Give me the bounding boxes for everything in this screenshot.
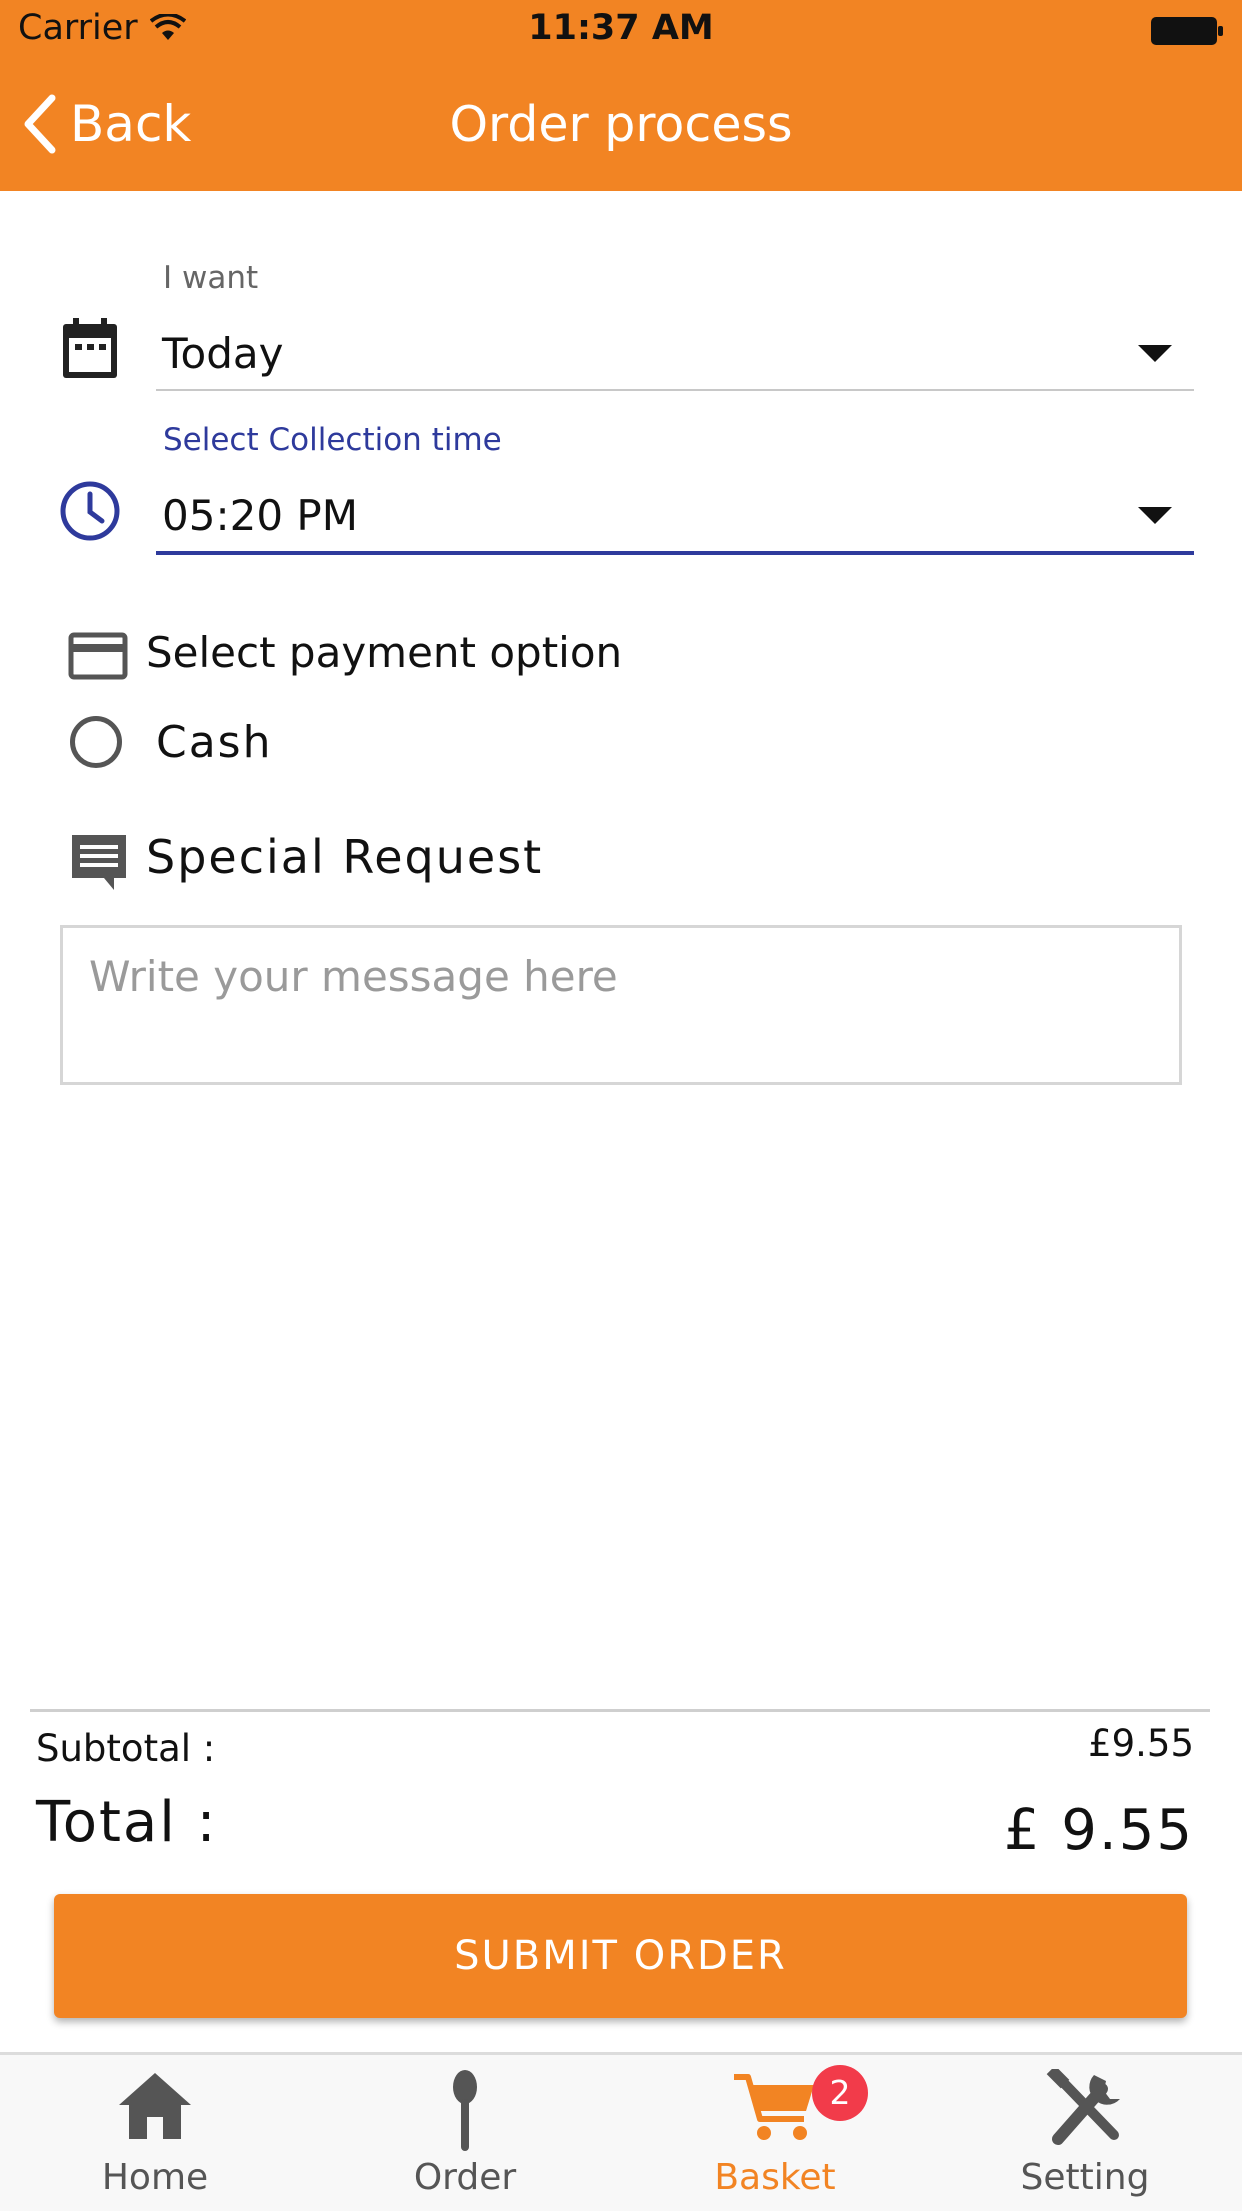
tab-basket-label: Basket bbox=[714, 2157, 836, 2198]
subtotal-value: £9.55 bbox=[1088, 1722, 1194, 1765]
spoon-icon bbox=[453, 2070, 477, 2151]
credit-card-icon bbox=[68, 632, 128, 680]
date-dropdown-underline bbox=[156, 389, 1194, 391]
status-bar: Carrier 11:37 AM bbox=[0, 0, 1242, 62]
message-icon bbox=[72, 835, 126, 890]
cart-icon bbox=[734, 2074, 814, 2140]
tab-order-label: Order bbox=[413, 2157, 517, 2198]
app-header: Carrier 11:37 AM Back Order process bbox=[0, 0, 1242, 191]
caret-down-icon bbox=[1138, 506, 1172, 524]
time-dropdown[interactable]: 05:20 PM bbox=[156, 476, 1194, 554]
navigation-bar: Back Order process bbox=[0, 62, 1242, 191]
tab-setting[interactable]: Setting bbox=[930, 2055, 1240, 2211]
page-title: Order process bbox=[449, 96, 793, 153]
total-value: £ 9.55 bbox=[1003, 1798, 1194, 1863]
tab-home[interactable]: Home bbox=[0, 2055, 310, 2211]
payment-option-cash[interactable]: Cash bbox=[70, 716, 273, 768]
time-dropdown-value: 05:20 PM bbox=[162, 490, 358, 540]
battery-icon bbox=[1151, 17, 1223, 45]
total-label: Total : bbox=[36, 1790, 218, 1855]
payment-option-label: Cash bbox=[156, 716, 273, 768]
clock-icon bbox=[60, 481, 120, 541]
date-field-label: I want bbox=[163, 260, 259, 296]
radio-button[interactable] bbox=[70, 716, 122, 768]
totals-divider bbox=[30, 1709, 1210, 1712]
tab-setting-label: Setting bbox=[1020, 2157, 1150, 2198]
tab-bar: Home Order 2 Basket Setting bbox=[0, 2052, 1242, 2211]
payment-section-title: Select payment option bbox=[146, 628, 623, 677]
tab-basket[interactable]: 2 Basket bbox=[620, 2055, 930, 2211]
home-icon bbox=[119, 2073, 191, 2139]
status-time: 11:37 AM bbox=[528, 8, 714, 48]
calendar-icon bbox=[63, 318, 117, 378]
tab-home-label: Home bbox=[101, 2157, 209, 2198]
special-request-title: Special Request bbox=[146, 830, 544, 884]
special-request-input[interactable] bbox=[60, 925, 1182, 1085]
time-dropdown-underline bbox=[156, 551, 1194, 555]
time-field-label: Select Collection time bbox=[163, 422, 502, 458]
tab-order[interactable]: Order bbox=[310, 2055, 620, 2211]
date-dropdown-value: Today bbox=[162, 328, 284, 378]
tools-icon bbox=[1046, 2069, 1120, 2145]
subtotal-label: Subtotal : bbox=[36, 1727, 216, 1770]
basket-count-badge: 2 bbox=[812, 2065, 868, 2121]
date-dropdown[interactable]: Today bbox=[156, 314, 1194, 392]
submit-order-button[interactable]: SUBMIT ORDER bbox=[54, 1894, 1187, 2018]
caret-down-icon bbox=[1138, 344, 1172, 362]
